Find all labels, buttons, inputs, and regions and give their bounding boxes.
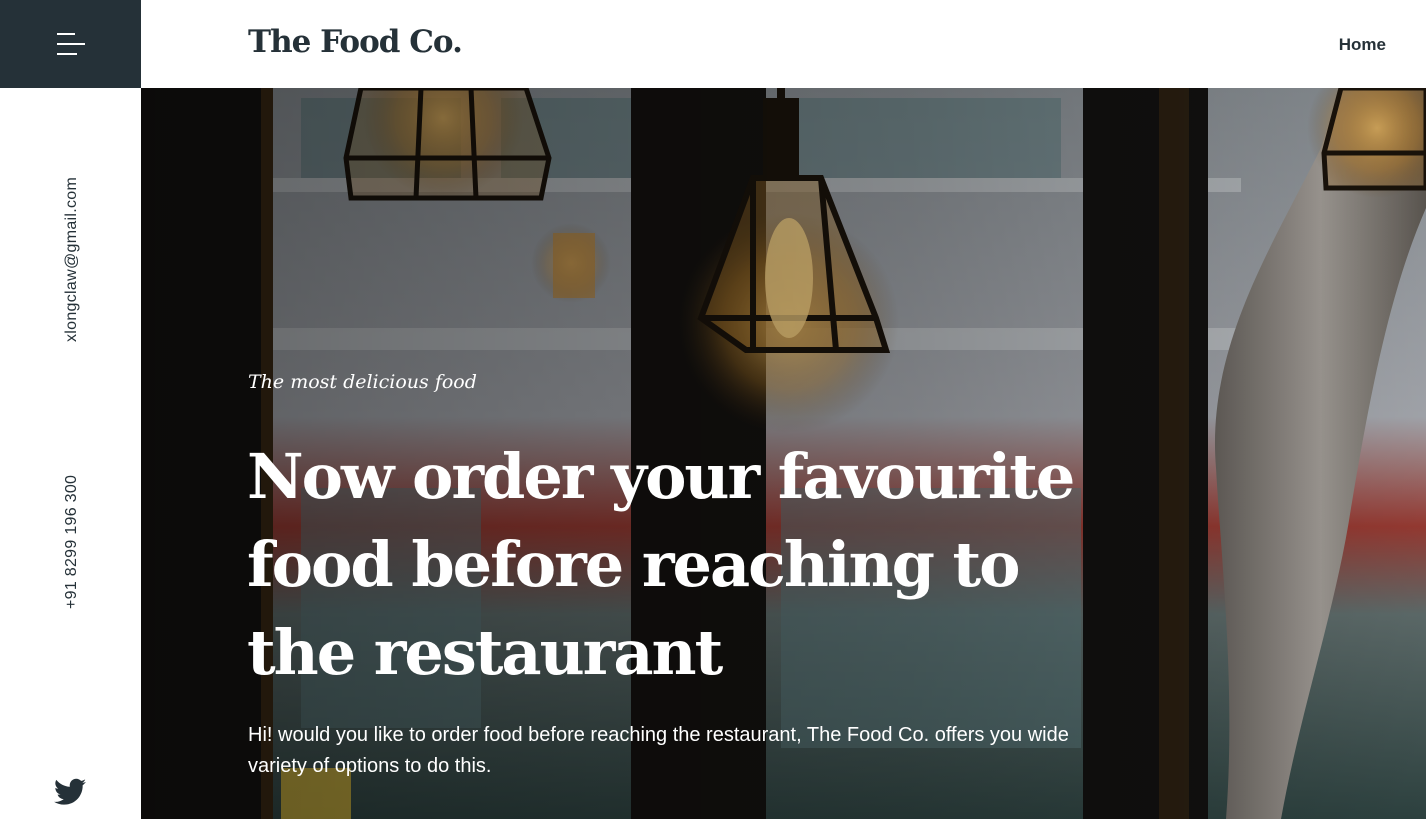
- twitter-icon[interactable]: [54, 778, 86, 806]
- sidebar: xlongclaw@gmail.com +91 8299 196 300: [0, 0, 141, 819]
- hero-tagline: The most delicious food: [248, 371, 477, 393]
- hero-section: The most delicious food Now order your f…: [141, 88, 1426, 819]
- menu-icon: [57, 33, 85, 55]
- contact-phone: +91 8299 196 300: [63, 474, 80, 609]
- contact-email: xlongclaw@gmail.com: [63, 176, 80, 342]
- brand-logo[interactable]: The Food Co.: [248, 24, 463, 60]
- menu-button[interactable]: [0, 0, 141, 88]
- hero-headline: Now order your favourite food before rea…: [247, 440, 1075, 689]
- nav-link-home[interactable]: Home: [1339, 35, 1386, 55]
- hero-description: Hi! would you like to order food before …: [248, 724, 1069, 777]
- top-header: The Food Co. Home: [141, 0, 1426, 88]
